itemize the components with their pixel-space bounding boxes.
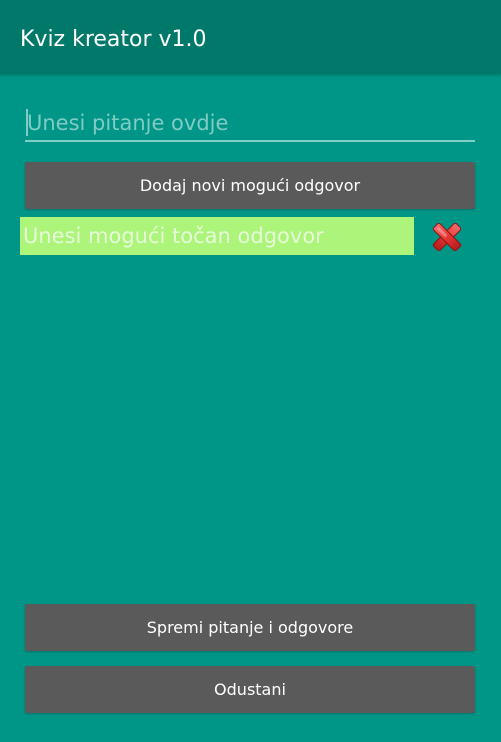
cancel-button[interactable]: Odustani [25,666,475,713]
question-input[interactable] [25,106,475,142]
answer-input[interactable] [20,217,414,255]
app-bar: Kviz kreator v1.0 [0,0,501,74]
text-cursor [26,109,28,136]
delete-answer-button[interactable] [430,220,464,254]
red-x-icon [432,222,462,252]
save-question-button[interactable]: Spremi pitanje i odgovore [25,604,475,651]
add-answer-button[interactable]: Dodaj novi mogući odgovor [25,162,475,209]
app-title: Kviz kreator v1.0 [20,27,207,52]
answer-row [20,217,475,255]
